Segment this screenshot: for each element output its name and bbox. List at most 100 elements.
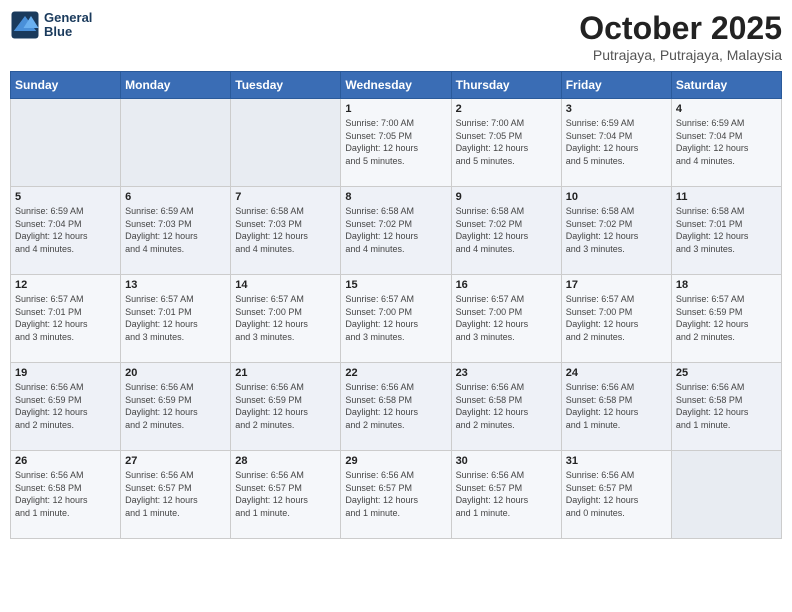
calendar-title: October 2025 <box>579 10 782 47</box>
day-number: 13 <box>125 279 226 291</box>
day-info: Sunrise: 6:59 AM Sunset: 7:04 PM Dayligh… <box>566 117 667 167</box>
calendar-cell: 20 Sunrise: 6:56 AM Sunset: 6:59 PM Dayli… <box>121 363 231 451</box>
day-number: 1 <box>345 103 446 115</box>
day-info: Sunrise: 6:56 AM Sunset: 6:59 PM Dayligh… <box>15 381 116 431</box>
day-number: 3 <box>566 103 667 115</box>
day-info: Sunrise: 6:56 AM Sunset: 6:57 PM Dayligh… <box>345 469 446 519</box>
day-info: Sunrise: 6:56 AM Sunset: 6:58 PM Dayligh… <box>456 381 557 431</box>
calendar-cell <box>671 451 781 539</box>
day-number: 14 <box>235 279 336 291</box>
day-number: 15 <box>345 279 446 291</box>
calendar-cell: 18Sunrise: 6:57 AM Sunset: 6:59 PM Dayli… <box>671 275 781 363</box>
day-number: 17 <box>566 279 667 291</box>
day-number: 9 <box>456 191 557 203</box>
day-info: Sunrise: 6:59 AM Sunset: 7:04 PM Dayligh… <box>15 205 116 255</box>
day-info: Sunrise: 6:57 AM Sunset: 7:01 PM Dayligh… <box>125 293 226 343</box>
day-number: 28 <box>235 455 336 467</box>
calendar-cell: 8 Sunrise: 6:58 AM Sunset: 7:02 PM Daylig… <box>341 187 451 275</box>
calendar-cell: 23 Sunrise: 6:56 AM Sunset: 6:58 PM Dayli… <box>451 363 561 451</box>
logo-line1: General <box>44 11 92 25</box>
calendar-week-row: 5 Sunrise: 6:59 AM Sunset: 7:04 PM Daylig… <box>11 187 782 275</box>
day-header: Tuesday <box>231 72 341 99</box>
day-number: 23 <box>456 367 557 379</box>
calendar-week-row: 1 Sunrise: 7:00 AM Sunset: 7:05 PM Daylig… <box>11 99 782 187</box>
logo-icon <box>10 10 40 40</box>
day-info: Sunrise: 6:57 AM Sunset: 7:00 PM Dayligh… <box>235 293 336 343</box>
day-info: Sunrise: 6:58 AM Sunset: 7:02 PM Dayligh… <box>566 205 667 255</box>
calendar-subtitle: Putrajaya, Putrajaya, Malaysia <box>579 47 782 63</box>
day-number: 29 <box>345 455 446 467</box>
day-number: 6 <box>125 191 226 203</box>
calendar-cell: 5 Sunrise: 6:59 AM Sunset: 7:04 PM Daylig… <box>11 187 121 275</box>
day-info: Sunrise: 6:59 AM Sunset: 7:04 PM Dayligh… <box>676 117 777 167</box>
day-number: 11 <box>676 191 777 203</box>
day-info: Sunrise: 7:00 AM Sunset: 7:05 PM Dayligh… <box>345 117 446 167</box>
calendar-cell <box>231 99 341 187</box>
calendar-week-row: 12 Sunrise: 6:57 AM Sunset: 7:01 PM Dayli… <box>11 275 782 363</box>
day-info: Sunrise: 6:56 AM Sunset: 6:59 PM Dayligh… <box>125 381 226 431</box>
day-number: 10 <box>566 191 667 203</box>
day-number: 27 <box>125 455 226 467</box>
day-header: Wednesday <box>341 72 451 99</box>
day-info: Sunrise: 6:56 AM Sunset: 6:57 PM Dayligh… <box>456 469 557 519</box>
day-header: Friday <box>561 72 671 99</box>
calendar-cell: 1 Sunrise: 7:00 AM Sunset: 7:05 PM Daylig… <box>341 99 451 187</box>
title-area: October 2025 Putrajaya, Putrajaya, Malay… <box>579 10 782 63</box>
calendar-cell: 6Sunrise: 6:59 AM Sunset: 7:03 PM Daylig… <box>121 187 231 275</box>
day-info: Sunrise: 6:57 AM Sunset: 7:00 PM Dayligh… <box>345 293 446 343</box>
day-number: 22 <box>345 367 446 379</box>
day-number: 8 <box>345 191 446 203</box>
day-info: Sunrise: 6:56 AM Sunset: 6:57 PM Dayligh… <box>125 469 226 519</box>
day-info: Sunrise: 7:00 AM Sunset: 7:05 PM Dayligh… <box>456 117 557 167</box>
calendar-cell: 10 Sunrise: 6:58 AM Sunset: 7:02 PM Dayli… <box>561 187 671 275</box>
calendar-cell: 28 Sunrise: 6:56 AM Sunset: 6:57 PM Dayli… <box>231 451 341 539</box>
calendar-cell: 31Sunrise: 6:56 AM Sunset: 6:57 PM Dayli… <box>561 451 671 539</box>
calendar-cell: 7Sunrise: 6:58 AM Sunset: 7:03 PM Daylig… <box>231 187 341 275</box>
calendar-table: SundayMondayTuesdayWednesdayThursdayFrid… <box>10 71 782 539</box>
calendar-week-row: 26Sunrise: 6:56 AM Sunset: 6:58 PM Dayli… <box>11 451 782 539</box>
calendar-week-row: 19 Sunrise: 6:56 AM Sunset: 6:59 PM Dayli… <box>11 363 782 451</box>
day-number: 30 <box>456 455 557 467</box>
day-number: 20 <box>125 367 226 379</box>
calendar-cell: 22 Sunrise: 6:56 AM Sunset: 6:58 PM Dayli… <box>341 363 451 451</box>
calendar-cell: 3 Sunrise: 6:59 AM Sunset: 7:04 PM Daylig… <box>561 99 671 187</box>
day-number: 25 <box>676 367 777 379</box>
day-info: Sunrise: 6:56 AM Sunset: 6:57 PM Dayligh… <box>235 469 336 519</box>
calendar-cell <box>121 99 231 187</box>
day-info: Sunrise: 6:58 AM Sunset: 7:03 PM Dayligh… <box>235 205 336 255</box>
calendar-cell: 29 Sunrise: 6:56 AM Sunset: 6:57 PM Dayli… <box>341 451 451 539</box>
calendar-cell: 9Sunrise: 6:58 AM Sunset: 7:02 PM Daylig… <box>451 187 561 275</box>
day-number: 12 <box>15 279 116 291</box>
day-info: Sunrise: 6:57 AM Sunset: 7:00 PM Dayligh… <box>456 293 557 343</box>
day-number: 19 <box>15 367 116 379</box>
calendar-cell: 11 Sunrise: 6:58 AM Sunset: 7:01 PM Dayli… <box>671 187 781 275</box>
calendar-cell: 16Sunrise: 6:57 AM Sunset: 7:00 PM Dayli… <box>451 275 561 363</box>
day-number: 4 <box>676 103 777 115</box>
day-info: Sunrise: 6:56 AM Sunset: 6:58 PM Dayligh… <box>15 469 116 519</box>
day-header: Saturday <box>671 72 781 99</box>
day-info: Sunrise: 6:56 AM Sunset: 6:58 PM Dayligh… <box>676 381 777 431</box>
calendar-cell: 24Sunrise: 6:56 AM Sunset: 6:58 PM Dayli… <box>561 363 671 451</box>
calendar-cell: 15 Sunrise: 6:57 AM Sunset: 7:00 PM Dayli… <box>341 275 451 363</box>
calendar-cell: 17 Sunrise: 6:57 AM Sunset: 7:00 PM Dayli… <box>561 275 671 363</box>
day-info: Sunrise: 6:57 AM Sunset: 6:59 PM Dayligh… <box>676 293 777 343</box>
calendar-cell: 21 Sunrise: 6:56 AM Sunset: 6:59 PM Dayli… <box>231 363 341 451</box>
day-info: Sunrise: 6:58 AM Sunset: 7:01 PM Dayligh… <box>676 205 777 255</box>
day-info: Sunrise: 6:57 AM Sunset: 7:00 PM Dayligh… <box>566 293 667 343</box>
day-info: Sunrise: 6:56 AM Sunset: 6:57 PM Dayligh… <box>566 469 667 519</box>
logo-line2: Blue <box>44 25 92 39</box>
day-header: Thursday <box>451 72 561 99</box>
day-info: Sunrise: 6:56 AM Sunset: 6:58 PM Dayligh… <box>345 381 446 431</box>
days-header-row: SundayMondayTuesdayWednesdayThursdayFrid… <box>11 72 782 99</box>
day-info: Sunrise: 6:57 AM Sunset: 7:01 PM Dayligh… <box>15 293 116 343</box>
day-header: Monday <box>121 72 231 99</box>
calendar-cell: 27 Sunrise: 6:56 AM Sunset: 6:57 PM Dayli… <box>121 451 231 539</box>
calendar-cell: 4 Sunrise: 6:59 AM Sunset: 7:04 PM Daylig… <box>671 99 781 187</box>
day-info: Sunrise: 6:56 AM Sunset: 6:58 PM Dayligh… <box>566 381 667 431</box>
day-number: 21 <box>235 367 336 379</box>
calendar-cell: 19 Sunrise: 6:56 AM Sunset: 6:59 PM Dayli… <box>11 363 121 451</box>
day-number: 5 <box>15 191 116 203</box>
calendar-cell: 2Sunrise: 7:00 AM Sunset: 7:05 PM Daylig… <box>451 99 561 187</box>
day-info: Sunrise: 6:58 AM Sunset: 7:02 PM Dayligh… <box>345 205 446 255</box>
day-info: Sunrise: 6:56 AM Sunset: 6:59 PM Dayligh… <box>235 381 336 431</box>
